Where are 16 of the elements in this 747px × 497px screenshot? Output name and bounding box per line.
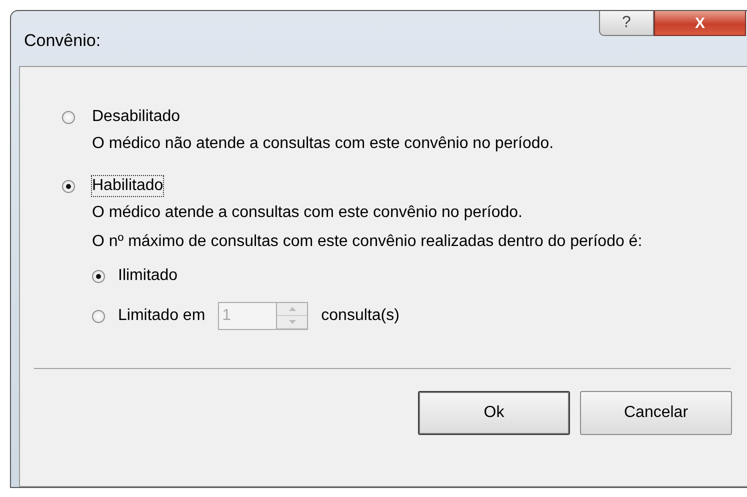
radio-label[interactable]: Desabilitado [92,107,180,127]
help-button[interactable]: ? [599,11,654,36]
radio-label[interactable]: Habilitado [92,176,164,196]
description-text: O médico não atende a consultas com este convênio no período. [92,134,555,154]
description-text: O médico atende a consultas com este convênio no período. [92,203,524,223]
spin-arrows[interactable] [276,302,308,330]
window-title: Convênio: [24,31,101,51]
radio-button[interactable] [62,180,75,192]
unit-label: consulta(s) [321,307,400,325]
close-button[interactable]: X [654,11,746,36]
description-text: O nº máximo de consultas com este convênio realizadas dentro do período é: [92,232,644,252]
dialog-button[interactable]: Ok [418,391,570,435]
dialog-button[interactable]: Cancelar [580,391,732,435]
radio-label[interactable]: Ilimitado [118,266,178,286]
radio-button[interactable] [92,270,105,282]
radio-button[interactable] [62,110,75,124]
